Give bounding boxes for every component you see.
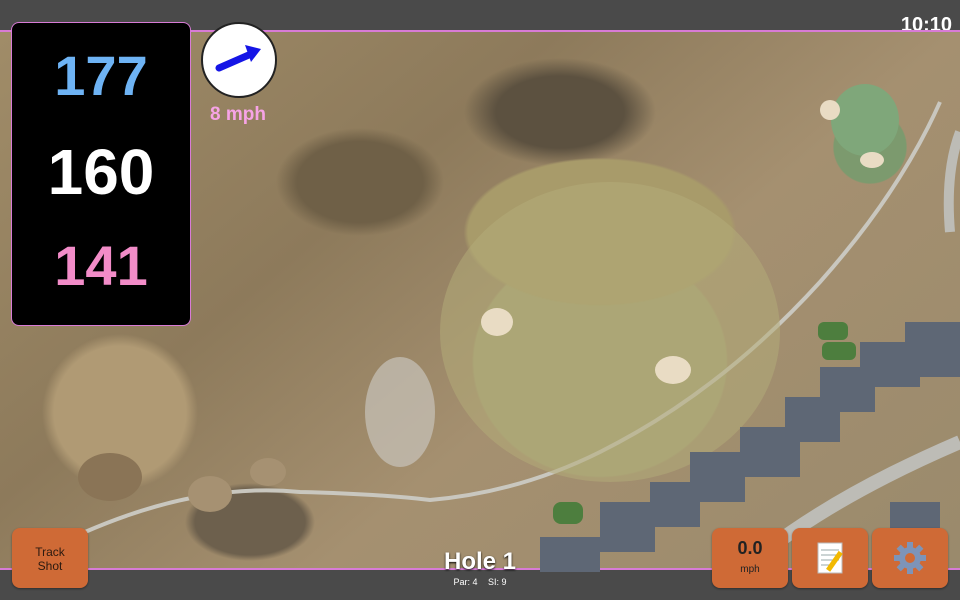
hole-par: Par: 4 [453, 577, 478, 587]
tee-box [188, 476, 232, 512]
bunker [481, 308, 513, 336]
distance-back: 177 [54, 44, 148, 107]
tee-box [78, 453, 142, 501]
settings-button[interactable] [872, 528, 948, 588]
distance-front: 141 [54, 234, 148, 297]
speed-value: 0.0 [737, 538, 763, 558]
tee-box [250, 458, 286, 486]
track-shot-label-line2: Shot [37, 559, 63, 573]
hole-stroke-index: SI: 9 [488, 577, 507, 587]
distance-panel: 177 160 141 [11, 22, 191, 326]
track-shot-label-line1: Track [35, 545, 65, 559]
bunker [655, 356, 691, 384]
road [943, 130, 960, 233]
hole-info: Par: 4 SI: 9 [380, 577, 580, 587]
bunker [860, 152, 884, 168]
bunker [820, 100, 840, 120]
track-shot-button[interactable]: Track Shot [12, 528, 88, 588]
notepad-icon [817, 542, 843, 574]
green [831, 84, 899, 156]
hole-title: Hole 1 [443, 548, 517, 575]
speed-button[interactable]: 0.0 mph [712, 528, 788, 588]
wind-speed: 8 mph [210, 104, 266, 125]
notes-button[interactable] [792, 528, 868, 588]
waste-area [365, 357, 435, 467]
arrow-right-icon [215, 45, 261, 72]
speed-unit: mph [740, 564, 760, 575]
gear-icon [894, 542, 926, 574]
distance-middle: 160 [47, 136, 155, 208]
wind-indicator[interactable] [201, 22, 277, 98]
